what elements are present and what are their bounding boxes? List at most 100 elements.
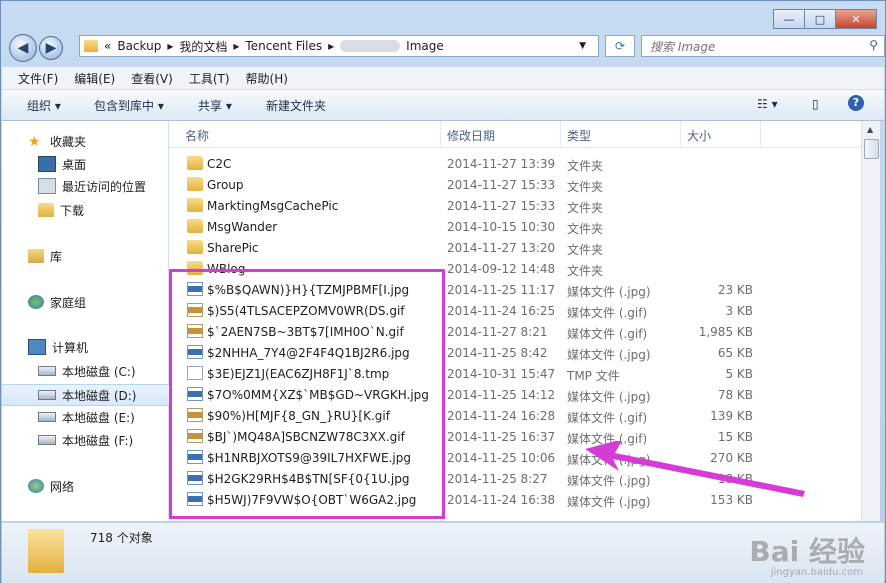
file-size: 65 KB bbox=[717, 346, 753, 360]
jpg-file-icon bbox=[187, 471, 203, 485]
sidebar-item-label: 家庭组 bbox=[50, 295, 87, 310]
star-icon: ★ bbox=[28, 134, 41, 150]
file-type: 媒体文件 (.gif) bbox=[567, 411, 648, 425]
sidebar-item-label: 下载 bbox=[60, 203, 85, 218]
include-in-library-button[interactable]: 包含到库中 ▾ bbox=[94, 97, 164, 114]
address-bar[interactable]: « Backup ▸ 我的文档 ▸ Tencent Files ▸ Image … bbox=[79, 35, 599, 57]
drive-icon bbox=[38, 366, 56, 376]
sidebar-item-label: 最近访问的位置 bbox=[62, 179, 147, 194]
gif-file-icon bbox=[187, 324, 203, 338]
vertical-scrollbar[interactable]: ▲ bbox=[861, 121, 880, 521]
file-type: 文件夹 bbox=[567, 180, 604, 194]
file-size: 139 KB bbox=[710, 409, 753, 423]
organize-button[interactable]: 组织 ▾ bbox=[27, 97, 61, 114]
sidebar-item-label: 本地磁盘 (D:) bbox=[62, 388, 137, 403]
folder-row[interactable]: SharePic 2014-11-27 13:20 文件夹 bbox=[169, 237, 861, 258]
file-name: $`2AEN7SB~3BT$7[IMH0O`N.gif bbox=[207, 325, 404, 339]
file-row[interactable]: $2NHHA_7Y4@2F4F4Q1BJ2R6.jpg 2014-11-25 8:… bbox=[169, 342, 861, 363]
view-options-icon[interactable]: ☷ ▾ bbox=[757, 97, 778, 111]
folder-row[interactable]: C2C 2014-11-27 13:39 文件夹 bbox=[169, 153, 861, 174]
column-name[interactable]: 名称 bbox=[185, 127, 209, 144]
caption-buttons: — □ ✕ bbox=[773, 9, 877, 29]
column-type[interactable]: 类型 bbox=[567, 127, 591, 144]
sidebar-item-label: 本地磁盘 (E:) bbox=[62, 410, 135, 425]
desktop-icon bbox=[38, 156, 56, 172]
file-size: 78 KB bbox=[717, 388, 753, 402]
file-row[interactable]: $3E)EJZ1J(EAC6ZJH8F1J`8.tmp 2014-10-31 15… bbox=[169, 363, 861, 384]
minimize-button[interactable]: — bbox=[773, 9, 805, 29]
preview-pane-icon[interactable]: ▯ bbox=[812, 97, 819, 111]
gif-file-icon bbox=[187, 408, 203, 422]
annotation-arrow bbox=[585, 441, 805, 497]
search-input[interactable] bbox=[648, 39, 852, 55]
column-size[interactable]: 大小 bbox=[687, 127, 711, 144]
sidebar-item-computer[interactable]: 计算机 bbox=[2, 337, 194, 357]
breadcrumb-separator[interactable]: ▸ bbox=[233, 39, 239, 53]
file-date: 2014-11-25 14:12 bbox=[447, 388, 556, 402]
file-name: MarktingMsgCachePic bbox=[207, 199, 339, 213]
folder-row[interactable]: WBlog 2014-09-12 14:48 文件夹 bbox=[169, 258, 861, 279]
folder-row[interactable]: MarktingMsgCachePic 2014-11-27 15:33 文件夹 bbox=[169, 195, 861, 216]
breadcrumb-backup[interactable]: Backup bbox=[117, 39, 161, 53]
breadcrumb-tencent-files[interactable]: Tencent Files bbox=[245, 39, 322, 53]
file-name: SharePic bbox=[207, 241, 259, 255]
navigation-bar: ◀ ▶ « Backup ▸ 我的文档 ▸ Tencent Files ▸ Im… bbox=[7, 32, 885, 62]
file-row[interactable]: $%B$QAWN)}H}{TZMJPBMF[I.jpg 2014-11-25 11… bbox=[169, 279, 861, 300]
file-name: Group bbox=[207, 178, 244, 192]
menu-tools[interactable]: 工具(T) bbox=[189, 70, 230, 87]
sidebar-item-network[interactable]: 网络 bbox=[2, 476, 194, 496]
column-divider[interactable] bbox=[680, 121, 681, 147]
maximize-button[interactable]: □ bbox=[804, 9, 836, 29]
file-row[interactable]: $90%)H[MJF{8_GN_}RU}[K.gif 2014-11-24 16:… bbox=[169, 405, 861, 426]
folder-row[interactable]: MsgWander 2014-10-15 10:30 文件夹 bbox=[169, 216, 861, 237]
sidebar-item-homegroup[interactable]: 家庭组 bbox=[2, 292, 194, 312]
file-name: $%B$QAWN)}H}{TZMJPBMF[I.jpg bbox=[207, 283, 410, 297]
new-folder-button[interactable]: 新建文件夹 bbox=[266, 97, 326, 114]
sidebar-item-favorites[interactable]: ★ 收藏夹 bbox=[2, 131, 194, 151]
file-type: TMP 文件 bbox=[567, 369, 620, 383]
file-row[interactable]: $)S5(4TLSACEPZOMV0WR(DS.gif 2014-11-24 16… bbox=[169, 300, 861, 321]
breadcrumb-documents[interactable]: 我的文档 bbox=[179, 38, 227, 55]
share-button[interactable]: 共享 ▾ bbox=[198, 97, 232, 114]
menu-view[interactable]: 查看(V) bbox=[131, 70, 173, 87]
watermark-url: jingyan.baidu.com bbox=[770, 567, 863, 578]
folder-icon bbox=[84, 40, 98, 52]
column-date[interactable]: 修改日期 bbox=[447, 127, 495, 144]
file-type: 文件夹 bbox=[567, 201, 604, 215]
recent-places-icon bbox=[38, 178, 56, 194]
breadcrumb-image[interactable]: Image bbox=[406, 39, 444, 53]
drive-icon bbox=[38, 412, 56, 422]
scrollbar-thumb[interactable] bbox=[864, 139, 879, 159]
file-row[interactable]: $7O%0MM{XZ$`MB$GD~VRGKH.jpg 2014-11-25 14… bbox=[169, 384, 861, 405]
menu-file[interactable]: 文件(F) bbox=[18, 70, 58, 87]
search-icon[interactable]: ⚲ bbox=[869, 38, 878, 52]
file-date: 2014-09-12 14:48 bbox=[447, 262, 556, 276]
sidebar-item-libraries[interactable]: 库 bbox=[2, 246, 194, 266]
folder-icon bbox=[187, 219, 203, 233]
search-box[interactable]: ⚲ bbox=[641, 35, 885, 57]
file-name: $)S5(4TLSACEPZOMV0WR(DS.gif bbox=[207, 304, 405, 318]
gif-file-icon bbox=[187, 429, 203, 443]
back-button[interactable]: ◀ bbox=[9, 34, 37, 62]
menu-edit[interactable]: 编辑(E) bbox=[74, 70, 115, 87]
breadcrumb-separator[interactable]: ▸ bbox=[328, 39, 334, 53]
folder-row[interactable]: Group 2014-11-27 15:33 文件夹 bbox=[169, 174, 861, 195]
help-icon[interactable]: ? bbox=[848, 95, 864, 111]
file-date: 2014-11-25 11:17 bbox=[447, 283, 556, 297]
sidebar-item-label: 网络 bbox=[50, 479, 75, 494]
refresh-button[interactable]: ⟳ bbox=[605, 35, 635, 57]
column-divider[interactable] bbox=[440, 121, 441, 147]
file-row[interactable]: $`2AEN7SB~3BT$7[IMH0O`N.gif 2014-11-27 8:… bbox=[169, 321, 861, 342]
file-name: $BJ`)MQ48A]SBCNZW78C3XX.gif bbox=[207, 430, 405, 444]
column-divider[interactable] bbox=[760, 121, 761, 147]
breadcrumb-separator[interactable]: ▸ bbox=[167, 39, 173, 53]
file-type: 文件夹 bbox=[567, 264, 604, 278]
forward-button[interactable]: ▶ bbox=[39, 36, 63, 60]
scroll-up-icon[interactable]: ▲ bbox=[867, 125, 873, 134]
column-divider[interactable] bbox=[560, 121, 561, 147]
menu-help[interactable]: 帮助(H) bbox=[246, 70, 288, 87]
address-dropdown-icon[interactable]: ▼ bbox=[579, 41, 586, 51]
breadcrumb-overflow[interactable]: « bbox=[104, 39, 111, 53]
close-button[interactable]: ✕ bbox=[835, 9, 877, 29]
sidebar-item-label: 库 bbox=[50, 249, 63, 264]
